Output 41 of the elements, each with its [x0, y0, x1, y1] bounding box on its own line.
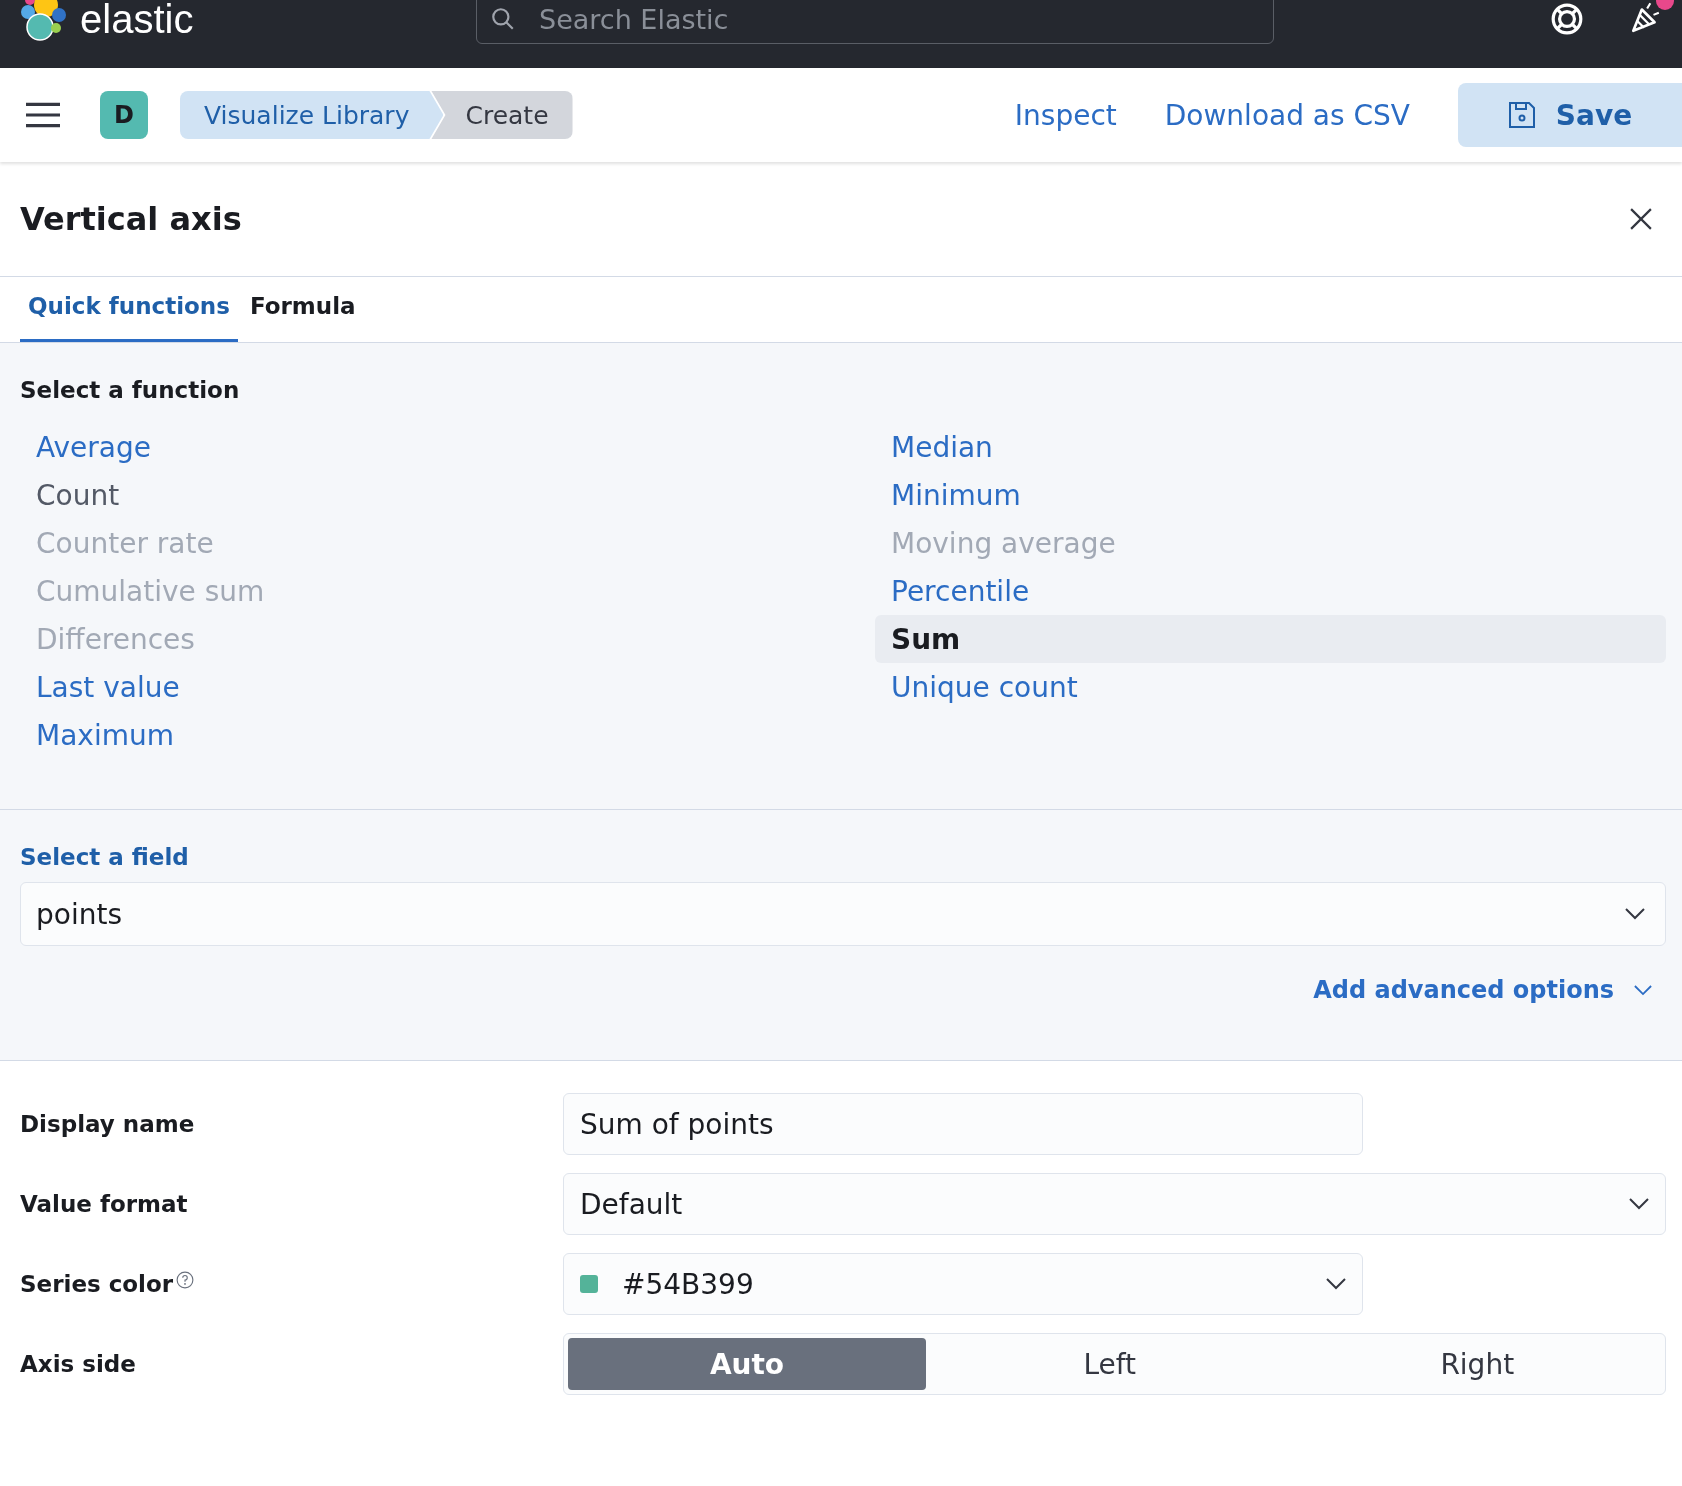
chevron-down-icon — [1629, 1198, 1649, 1210]
save-button[interactable]: Save — [1458, 83, 1682, 147]
search-field[interactable]: Search Elastic — [476, 0, 1274, 44]
search-icon — [490, 6, 516, 32]
space-avatar[interactable]: D — [100, 91, 148, 139]
field-label: Select a field — [20, 844, 190, 870]
header-link[interactable]: Inspect — [1014, 98, 1117, 132]
menu-icon[interactable] — [26, 102, 60, 128]
chevron-down-icon — [1625, 908, 1645, 920]
flyout-title: Vertical axis — [20, 200, 242, 238]
breadcrumb[interactable]: Create — [431, 91, 573, 139]
display-name-input[interactable]: Sum of points — [563, 1093, 1363, 1155]
color-picker[interactable]: #54B399 — [563, 1253, 1363, 1315]
field-combobox[interactable]: points — [20, 882, 1666, 946]
form-label: Value format — [20, 1191, 189, 1217]
axis-side-option[interactable]: Right — [1293, 1338, 1661, 1390]
function-option[interactable]: Median — [875, 423, 1666, 471]
breadcrumb[interactable]: Visualize Library — [180, 91, 444, 139]
brand-name: elastic — [80, 0, 194, 42]
function-option[interactable]: Sum — [875, 615, 1666, 663]
function-option[interactable]: Count — [20, 471, 875, 519]
tab[interactable]: Formula — [241, 277, 364, 342]
form-label: Axis side — [20, 1351, 137, 1377]
advanced-options-link[interactable]: Add advanced options — [1313, 976, 1652, 1004]
axis-side-option[interactable]: Auto — [568, 1338, 926, 1390]
axis-side-option[interactable]: Left — [926, 1338, 1294, 1390]
close-icon[interactable] — [1630, 208, 1652, 230]
chevron-down-icon — [1326, 1278, 1346, 1290]
header-link[interactable]: Download as CSV — [1164, 98, 1410, 132]
function-option[interactable]: Unique count — [875, 663, 1666, 711]
function-option[interactable]: Last value — [20, 663, 875, 711]
section-label: Select a function — [20, 377, 241, 403]
form-label: Series color — [20, 1271, 174, 1297]
chevron-down-icon — [1634, 984, 1652, 996]
function-option[interactable]: Average — [20, 423, 875, 471]
elastic-logo-icon[interactable] — [20, 0, 68, 43]
form-label: Display name — [20, 1111, 196, 1137]
function-option[interactable]: Minimum — [875, 471, 1666, 519]
value-format-select[interactable]: Default — [563, 1173, 1666, 1235]
function-option[interactable]: Percentile — [875, 567, 1666, 615]
function-option[interactable]: Maximum — [20, 711, 875, 759]
